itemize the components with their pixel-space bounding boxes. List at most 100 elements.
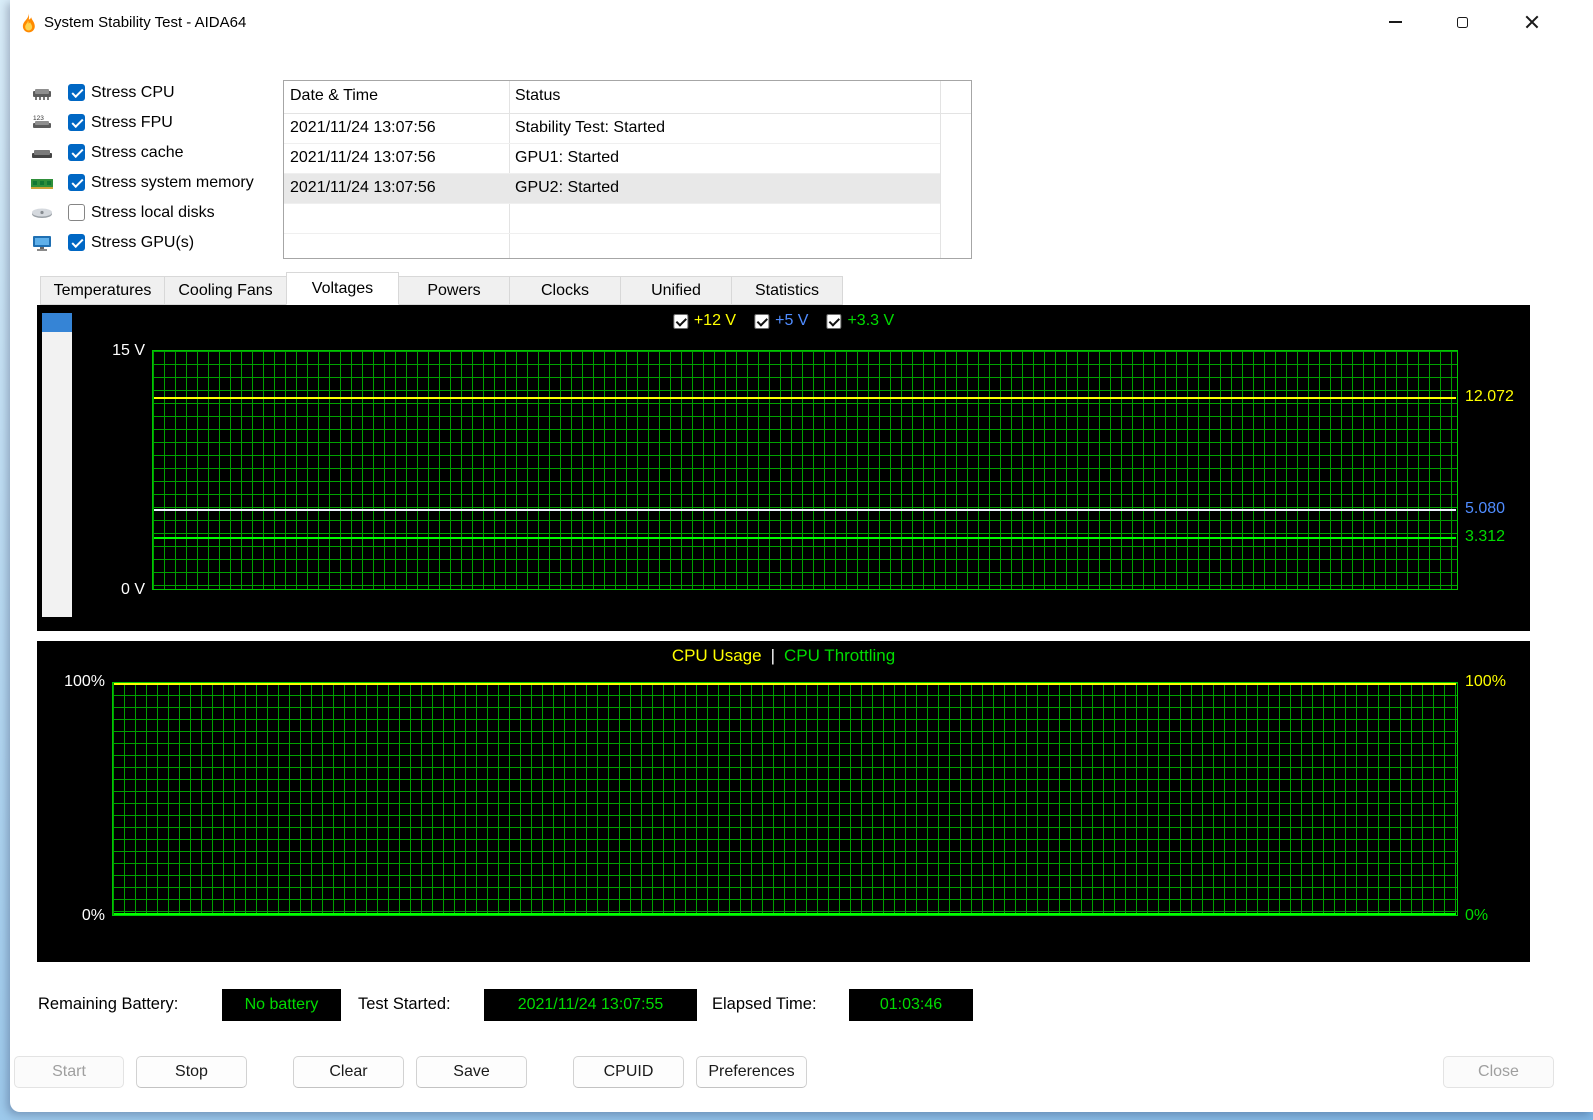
stress-option-disks: Stress local disks — [26, 198, 286, 228]
legend-3v3-checkbox[interactable] — [826, 313, 842, 329]
log-cell-status: GPU2: Started — [515, 179, 620, 196]
cache-icon — [30, 144, 54, 162]
window-title: System Stability Test - AIDA64 — [44, 14, 247, 31]
voltage-axis-min-label: 0 V — [120, 581, 145, 598]
stress-gpu-checkbox[interactable] — [68, 234, 85, 251]
cpu-usage-panel: CPU Usage | CPU Throttling 100% 0% 100% … — [37, 641, 1530, 962]
close-icon — [1525, 15, 1539, 29]
stress-option-cpu: Stress CPU — [26, 78, 286, 108]
table-row[interactable]: 2021/11/24 13:07:56 Stability Test: Star… — [284, 114, 940, 144]
log-cell-datetime: 2021/11/24 13:07:56 — [290, 149, 436, 166]
minimize-button[interactable] — [1366, 0, 1424, 44]
stress-option-gpu: Stress GPU(s) — [26, 228, 286, 258]
table-row-empty — [284, 204, 940, 234]
line-5v — [154, 509, 1456, 511]
battery-value: No battery — [222, 989, 341, 1021]
legend-item-5v: +5 V — [754, 312, 808, 330]
cpu-plot-grid — [112, 682, 1458, 916]
cpu-throttling-title: CPU Throttling — [784, 646, 896, 665]
voltage-axis-max-label: 15 V — [112, 342, 145, 359]
table-row[interactable]: 2021/11/24 13:07:56 GPU1: Started — [284, 144, 940, 174]
table-row[interactable]: 2021/11/24 13:07:56 GPU2: Started — [284, 174, 940, 204]
desktop: System Stability Test - AIDA64 Stress CP… — [0, 0, 1593, 1120]
log-cell-status: Stability Test: Started — [515, 119, 665, 136]
maximize-button[interactable] — [1433, 0, 1491, 44]
line-12v — [154, 397, 1456, 399]
stress-fpu-checkbox[interactable] — [68, 114, 85, 131]
voltage-plot-grid — [152, 350, 1458, 590]
battery-label: Remaining Battery: — [38, 995, 179, 1013]
stress-disks-checkbox[interactable] — [68, 204, 85, 221]
tab-unified[interactable]: Unified — [620, 276, 732, 305]
voltage-scrollbar-thumb[interactable] — [42, 313, 72, 332]
tab-powers[interactable]: Powers — [398, 276, 510, 305]
log-cell-datetime: 2021/11/24 13:07:56 — [290, 179, 436, 196]
log-header-status: Status — [515, 87, 561, 104]
event-log-table[interactable]: Date & Time Status 2021/11/24 13:07:56 S… — [283, 80, 972, 259]
stress-disks-label: Stress local disks — [91, 204, 215, 221]
stress-option-memory: Stress system memory — [26, 168, 286, 198]
chart-tabs: Temperatures Cooling Fans Voltages Power… — [40, 272, 843, 305]
elapsed-time-value: 01:03:46 — [849, 989, 973, 1021]
close-button[interactable]: Close — [1443, 1056, 1554, 1088]
start-button[interactable]: Start — [14, 1056, 124, 1088]
tab-temperatures[interactable]: Temperatures — [40, 276, 165, 305]
maximize-icon — [1456, 16, 1468, 28]
preferences-button[interactable]: Preferences — [696, 1056, 807, 1088]
test-started-value: 2021/11/24 13:07:55 — [484, 989, 697, 1021]
memory-icon — [30, 174, 54, 192]
voltage-chart-panel: +12 V +5 V +3.3 V 15 V 0 V 12.072 5.080 … — [37, 305, 1530, 631]
table-row-empty — [284, 234, 940, 258]
log-cell-status: GPU1: Started — [515, 149, 620, 166]
gpu-icon — [30, 234, 54, 252]
title-separator: | — [770, 646, 775, 665]
disk-icon — [30, 204, 54, 222]
aida64-flame-icon — [16, 12, 38, 34]
stress-memory-checkbox[interactable] — [68, 174, 85, 191]
voltage-scrollbar[interactable] — [42, 313, 72, 617]
legend-12v-label: +12 V — [693, 312, 737, 329]
fpu-icon: 123 — [30, 114, 54, 132]
cpu-icon — [30, 84, 54, 102]
cpuid-button[interactable]: CPUID — [573, 1056, 684, 1088]
stop-button[interactable]: Stop — [136, 1056, 247, 1088]
stress-cpu-checkbox[interactable] — [68, 84, 85, 101]
elapsed-time-label: Elapsed Time: — [712, 995, 817, 1013]
tab-cooling-fans[interactable]: Cooling Fans — [164, 276, 287, 305]
cpu-axis-min-label: 0% — [81, 907, 105, 924]
tab-voltages[interactable]: Voltages — [286, 272, 399, 305]
line-3v3 — [154, 537, 1456, 539]
voltage-legend: +12 V +5 V +3.3 V — [672, 312, 894, 330]
minimize-icon — [1388, 21, 1402, 23]
tab-clocks[interactable]: Clocks — [509, 276, 621, 305]
legend-3v3-label: +3.3 V — [847, 312, 895, 329]
reading-3v3: 3.312 — [1465, 528, 1506, 545]
stress-gpu-label: Stress GPU(s) — [91, 234, 195, 251]
cpu-axis-max-label: 100% — [64, 673, 105, 690]
stress-cache-checkbox[interactable] — [68, 144, 85, 161]
legend-12v-checkbox[interactable] — [672, 313, 688, 329]
legend-item-12v: +12 V — [672, 312, 737, 330]
tab-statistics[interactable]: Statistics — [731, 276, 843, 305]
stress-memory-label: Stress system memory — [91, 174, 254, 191]
log-header-datetime: Date & Time — [290, 87, 379, 104]
cpu-throttling-line — [114, 913, 1456, 915]
cpu-usage-reading: 100% — [1465, 673, 1506, 690]
stress-cpu-label: Stress CPU — [91, 84, 175, 101]
save-button[interactable]: Save — [416, 1056, 527, 1088]
test-started-label: Test Started: — [358, 995, 451, 1013]
legend-item-3v3: +3.3 V — [826, 312, 894, 330]
close-window-button[interactable] — [1503, 0, 1561, 44]
reading-5v: 5.080 — [1465, 500, 1506, 517]
clear-button[interactable]: Clear — [293, 1056, 404, 1088]
stress-option-cache: Stress cache — [26, 138, 286, 168]
cpu-throttling-reading: 0% — [1465, 907, 1489, 924]
cpu-panel-title: CPU Usage | CPU Throttling — [37, 646, 1530, 666]
reading-12v: 12.072 — [1465, 388, 1514, 405]
legend-5v-label: +5 V — [775, 312, 809, 329]
svg-text:123: 123 — [33, 115, 44, 122]
cpu-usage-line — [114, 683, 1456, 685]
column-divider — [940, 81, 941, 258]
log-cell-datetime: 2021/11/24 13:07:56 — [290, 119, 436, 136]
legend-5v-checkbox[interactable] — [754, 313, 770, 329]
